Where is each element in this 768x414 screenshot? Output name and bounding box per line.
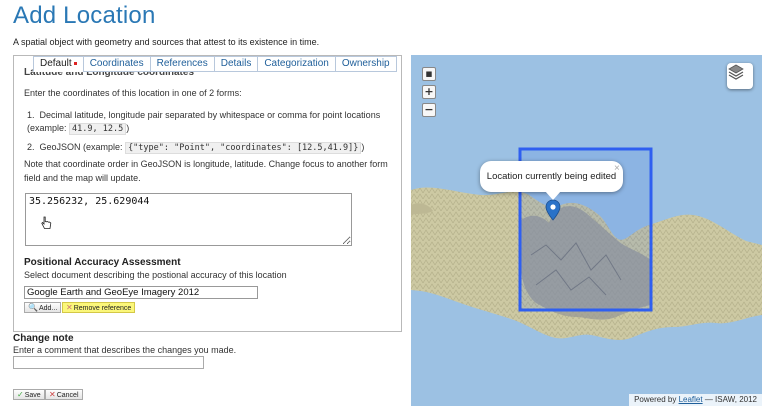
tab-references[interactable]: References — [149, 56, 214, 72]
location-map[interactable]: ▪ + − Location currently being edited × … — [411, 55, 762, 406]
attribution-suffix: — ISAW, 2012 — [704, 395, 757, 404]
change-note-input[interactable] — [13, 356, 204, 369]
add-label: Add... — [38, 305, 58, 312]
tab-coordinates[interactable]: Coordinates — [82, 56, 150, 72]
form-tabs: Default Coordinates References Details C… — [33, 56, 397, 72]
attribution-prefix: Powered by — [634, 395, 677, 404]
zoom-reset-control[interactable]: ▪ — [422, 67, 436, 81]
form2-example: {"type": "Point", "coordinates": [12.5,4… — [125, 142, 362, 154]
change-note-title: Change note — [13, 333, 74, 344]
remove-reference-button[interactable]: ✕Remove reference — [62, 302, 136, 313]
change-note-description: Enter a comment that describes the chang… — [13, 345, 237, 355]
coordinate-order-note: Note that coordinate order in GeoJSON is… — [24, 159, 388, 183]
map-tiles — [411, 147, 762, 340]
zoom-out-button[interactable]: − — [422, 103, 436, 117]
form2-close: ) — [361, 142, 365, 152]
tab-label: Ownership — [341, 58, 390, 69]
error-indicator — [73, 62, 77, 65]
accuracy-description: Select document describing the postional… — [24, 270, 287, 280]
map-popup: Location currently being edited — [480, 161, 623, 192]
tab-ownership[interactable]: Ownership — [334, 56, 397, 72]
close-icon[interactable]: × — [614, 163, 620, 174]
save-button[interactable]: ✓Save — [13, 389, 45, 400]
form1-example: 41.9, 12.5 — [69, 123, 127, 135]
cancel-label: Cancel — [56, 392, 79, 399]
page-description: A spatial object with geometry and sourc… — [13, 37, 320, 47]
checkmark-icon: ✓ — [17, 390, 24, 399]
accuracy-reference-input[interactable] — [24, 286, 258, 299]
map-attribution: Powered by Leaflet — ISAW, 2012 — [629, 394, 762, 406]
add-reference-button[interactable]: 🔍Add... — [24, 302, 62, 313]
popup-tip — [545, 191, 561, 200]
coordinates-intro: Enter the coordinates of this location i… — [24, 88, 242, 98]
coordinate-form-item: 1. Decimal latitude, longitude pair sepa… — [27, 110, 381, 135]
page-title: Add Location — [13, 2, 156, 29]
magnifier-icon: 🔍 — [28, 303, 38, 312]
leaflet-link[interactable]: Leaflet — [679, 395, 703, 404]
remove-label: Remove reference — [73, 305, 132, 312]
location-form-panel: Latitude and Longitude coordinates Enter… — [13, 55, 402, 332]
layers-button[interactable] — [727, 63, 753, 89]
tab-label: Details — [220, 58, 252, 69]
coordinate-form-item: 2. GeoJSON (example: {"type": "Point", "… — [27, 142, 365, 154]
tab-default[interactable]: Default — [33, 56, 83, 72]
form1-close: ) — [126, 123, 130, 133]
coordinate-forms-list: 1. Decimal latitude, longitude pair sepa… — [27, 109, 397, 160]
save-label: Save — [24, 392, 41, 399]
accuracy-title: Positional Accuracy Assessment — [24, 257, 181, 268]
tab-label: Default — [40, 58, 72, 69]
cancel-icon: ✕ — [49, 390, 56, 399]
zoom-in-button[interactable]: + — [422, 85, 436, 99]
cancel-button[interactable]: ✕Cancel — [45, 389, 83, 400]
form2-text: GeoJSON (example: — [39, 142, 123, 152]
hand-cursor-icon — [41, 216, 52, 235]
coordinates-textarea[interactable]: 35.256232, 25.629044 — [25, 193, 352, 246]
tab-details[interactable]: Details — [213, 56, 258, 72]
remove-icon: ✕ — [66, 303, 73, 312]
tab-categorization[interactable]: Categorization — [257, 56, 335, 72]
tab-label: Categorization — [264, 58, 329, 69]
tab-label: References — [156, 58, 208, 69]
tab-label: Coordinates — [89, 58, 144, 69]
